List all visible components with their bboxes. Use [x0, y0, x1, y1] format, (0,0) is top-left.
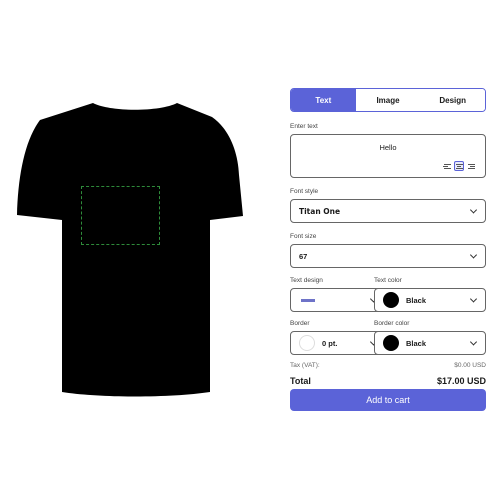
tax-row: Tax (VAT): $0.00 USD — [290, 362, 486, 369]
align-left-icon[interactable] — [442, 161, 452, 171]
font-style-label: Font style — [290, 188, 319, 195]
tax-value: $0.00 USD — [454, 362, 486, 369]
tab-text[interactable]: Text — [291, 89, 356, 111]
text-input-value: Hello — [379, 143, 397, 152]
product-preview — [0, 0, 270, 500]
font-style-select[interactable]: Titan One — [290, 199, 486, 223]
border-color-label: Border color — [374, 320, 410, 327]
font-size-label: Font size — [290, 233, 317, 240]
font-size-group: Font size 67 — [290, 233, 486, 268]
print-area[interactable] — [81, 186, 160, 245]
text-color-label: Text color — [374, 277, 402, 284]
chevron-down-icon — [469, 295, 478, 303]
border-color-group: Border color Black — [374, 320, 486, 355]
enter-text-group: Enter text Hello — [290, 123, 486, 178]
total-row: Total $17.00 USD — [290, 376, 486, 386]
tab-design[interactable]: Design — [420, 89, 485, 111]
text-design-select[interactable] — [290, 288, 386, 312]
align-right-icon[interactable] — [466, 161, 476, 171]
chevron-down-icon — [469, 338, 478, 346]
tax-label: Tax (VAT): — [290, 362, 320, 369]
border-color-swatch — [383, 335, 399, 351]
enter-text-label: Enter text — [290, 123, 318, 130]
border-select[interactable]: 0 pt. — [290, 331, 386, 355]
text-color-swatch — [383, 292, 399, 308]
tab-bar: Text Image Design — [290, 88, 486, 112]
chevron-down-icon — [469, 251, 478, 259]
border-group: Border 0 pt. — [290, 320, 386, 355]
border-swatch — [299, 335, 315, 351]
text-color-group: Text color Black — [374, 277, 486, 312]
border-value: 0 pt. — [322, 338, 338, 348]
total-label: Total — [290, 376, 311, 386]
font-size-value: 67 — [299, 251, 308, 261]
text-color-select[interactable]: Black — [374, 288, 486, 312]
text-design-group: Text design — [290, 277, 386, 312]
text-align-group — [442, 161, 476, 171]
tab-image[interactable]: Image — [355, 89, 421, 111]
chevron-down-icon — [469, 206, 478, 214]
text-design-swatch — [301, 298, 315, 302]
font-style-group: Font style Titan One — [290, 188, 486, 223]
font-size-select[interactable]: 67 — [290, 244, 486, 268]
font-style-value: Titan One — [299, 206, 341, 216]
text-design-label: Text design — [290, 277, 323, 284]
align-center-icon[interactable] — [454, 161, 464, 171]
customizer-panel: Text Image Design Enter text Hello Font … — [290, 88, 486, 411]
text-input[interactable]: Hello — [290, 134, 486, 178]
add-to-cart-button[interactable]: Add to cart — [290, 389, 486, 411]
border-label: Border — [290, 320, 310, 327]
text-color-value: Black — [406, 295, 427, 305]
border-color-select[interactable]: Black — [374, 331, 486, 355]
total-value: $17.00 USD — [436, 376, 486, 386]
tshirt-image — [17, 103, 243, 397]
border-color-value: Black — [406, 338, 427, 348]
